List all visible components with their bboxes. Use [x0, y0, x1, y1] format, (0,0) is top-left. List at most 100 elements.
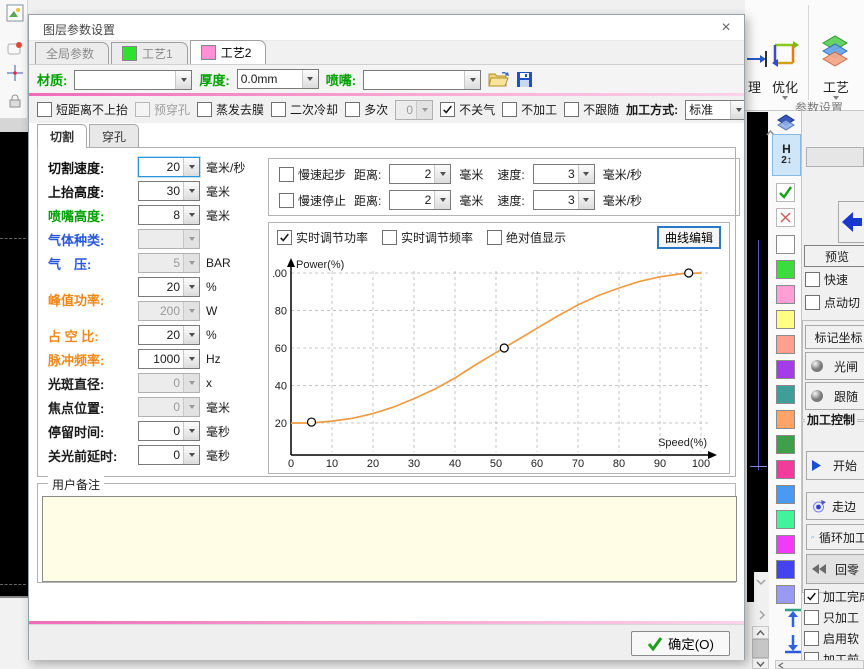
param-pulse-frequency-select-dropdown-arrow[interactable]: [183, 350, 199, 368]
option-check-right-2[interactable]: 不跟随: [564, 101, 619, 118]
process-mode-select-dropdown-arrow[interactable]: [730, 101, 744, 119]
rp-check-bottom-1[interactable]: 只加工: [804, 609, 864, 626]
option-check-left-3[interactable]: 二次冷却: [271, 101, 338, 118]
thickness-select-dropdown-arrow[interactable]: [302, 70, 318, 88]
crosshair-icon[interactable]: [6, 64, 24, 82]
user-notes-textarea[interactable]: [42, 496, 737, 582]
option-check-left-1[interactable]: 预穿孔: [135, 101, 190, 118]
sort-layers-icon[interactable]: H 2↕: [772, 134, 801, 176]
slow-start-speed-select[interactable]: 3: [533, 164, 595, 184]
param-nozzle-height-select-dropdown-arrow[interactable]: [183, 206, 199, 224]
layer-delete-x-icon[interactable]: [776, 208, 795, 227]
param-cut-speed-select-dropdown-arrow[interactable]: [183, 158, 199, 176]
craft-layers-icon[interactable]: [817, 34, 853, 68]
process-mode-select[interactable]: 标准: [685, 100, 744, 120]
layer-color-swatch-2[interactable]: [776, 285, 795, 304]
param-nozzle-height-select[interactable]: 8: [138, 205, 200, 225]
craft-label[interactable]: 工艺: [823, 77, 849, 96]
param-peak-power-select-1-dropdown-arrow[interactable]: [183, 302, 199, 320]
curve-check-0[interactable]: 实时调节功率: [277, 229, 368, 246]
param-laseroff-delay-select[interactable]: 0: [138, 445, 200, 465]
layer-color-swatch-9[interactable]: [776, 460, 795, 479]
layer-color-swatch-8[interactable]: [776, 435, 795, 454]
optimize-label[interactable]: 优化: [772, 77, 798, 96]
param-spot-diameter-select-dropdown-arrow[interactable]: [183, 374, 199, 392]
optimize-dropdown-caret[interactable]: [782, 96, 788, 100]
tab-process-1[interactable]: 工艺1: [111, 42, 188, 64]
strip-scroll-down-icon[interactable]: [755, 576, 767, 588]
layer-color-swatch-10[interactable]: [776, 485, 795, 504]
option-check-left-4-box[interactable]: [345, 102, 360, 117]
layers-stack-icon[interactable]: [775, 113, 797, 131]
option-check-left-2-box[interactable]: [197, 102, 212, 117]
preview-button[interactable]: 预览: [804, 245, 864, 267]
vscroll-down-button[interactable]: [752, 658, 769, 669]
option-check-left-0[interactable]: 短距离不上抬: [37, 101, 128, 118]
lock-icon[interactable]: [6, 92, 24, 110]
param-focus-position-select[interactable]: 0: [138, 397, 200, 417]
curve-check-2-box[interactable]: [487, 230, 502, 245]
layer-color-swatch-7[interactable]: [776, 410, 795, 429]
option-check-right-1[interactable]: 不加工: [502, 101, 557, 118]
option-check-right-0[interactable]: 不关气: [440, 101, 495, 118]
slow-stop-speed-select-dropdown-arrow[interactable]: [578, 191, 594, 209]
mark-coords-button[interactable]: 标记坐标: [805, 325, 864, 349]
param-focus-position-select-dropdown-arrow[interactable]: [183, 398, 199, 416]
tool-label-partial[interactable]: 理: [748, 77, 761, 96]
slow-start-dist-select-dropdown-arrow[interactable]: [434, 165, 450, 183]
dialog-titlebar[interactable]: 图层参数设置 ×: [29, 15, 744, 41]
layer-color-swatch-12[interactable]: [776, 535, 795, 554]
param-duty-cycle-select[interactable]: 20: [138, 325, 200, 345]
layer-color-swatch-1[interactable]: [776, 260, 795, 279]
times-count-select[interactable]: 0: [395, 100, 433, 120]
slow-stop-dist-select[interactable]: 2: [389, 190, 451, 210]
curve-control-point[interactable]: [308, 418, 316, 426]
nozzle-select[interactable]: [363, 70, 481, 90]
picture-icon[interactable]: [6, 4, 24, 22]
back-arrow-button[interactable]: [838, 201, 864, 243]
param-pulse-frequency-select[interactable]: 1000: [138, 349, 200, 369]
material-select[interactable]: [74, 70, 192, 90]
ok-button[interactable]: 确定(O): [631, 631, 730, 656]
drawing-canvas-left[interactable]: [0, 132, 28, 596]
layer-color-swatch-5[interactable]: [776, 360, 795, 379]
option-check-left-2[interactable]: 蒸发去膜: [197, 101, 264, 118]
vscroll-up-button[interactable]: [752, 626, 769, 639]
param-peak-power-select-1[interactable]: 200: [138, 301, 200, 321]
layer-color-swatch-14[interactable]: [776, 585, 795, 604]
slow-start-speed-select-dropdown-arrow[interactable]: [578, 165, 594, 183]
laser-gate-button[interactable]: 光闸: [805, 352, 864, 380]
slow-start-dist-select[interactable]: 2: [389, 164, 451, 184]
rp-check-top-1-box[interactable]: [805, 295, 820, 310]
start-button[interactable]: 开始: [806, 451, 864, 480]
rp-check-top-1[interactable]: 点动切: [805, 294, 860, 311]
times-count-select-dropdown-arrow[interactable]: [416, 101, 432, 119]
option-check-right-0-box[interactable]: [440, 102, 455, 117]
layer-color-swatch-4[interactable]: [776, 335, 795, 354]
option-check-left-0-box[interactable]: [37, 102, 52, 117]
walk-edge-button[interactable]: 走边: [806, 492, 864, 520]
slow-start-check-box[interactable]: [279, 167, 294, 182]
param-cut-speed-select[interactable]: 20: [138, 157, 200, 177]
curve-check-2[interactable]: 绝对值显示: [487, 229, 566, 246]
option-check-right-1-box[interactable]: [502, 102, 517, 117]
material-select-dropdown-arrow[interactable]: [175, 71, 191, 89]
layer-color-swatch-11[interactable]: [776, 510, 795, 529]
move-layer-bottom-icon[interactable]: [783, 632, 803, 656]
layer-color-swatch-13[interactable]: [776, 560, 795, 579]
drawing-canvas-right[interactable]: [747, 112, 768, 572]
nozzle-select-dropdown-arrow[interactable]: [464, 71, 480, 89]
strip-expand-icon[interactable]: [756, 609, 768, 621]
param-peak-power-select-0[interactable]: 20: [138, 277, 200, 297]
layer-color-swatch-6[interactable]: [776, 385, 795, 404]
param-spot-diameter-select[interactable]: 0: [138, 373, 200, 393]
param-peak-power-select-0-dropdown-arrow[interactable]: [183, 278, 199, 296]
thickness-select[interactable]: 0.0mm: [237, 69, 319, 89]
rp-check-bottom-2-box[interactable]: [804, 631, 819, 646]
vscroll-thumb[interactable]: [752, 639, 769, 658]
param-lift-height-select[interactable]: 30: [138, 181, 200, 201]
rp-check-top-0[interactable]: 快速: [805, 271, 860, 288]
param-gas-pressure-select-dropdown-arrow[interactable]: [183, 254, 199, 272]
slow-stop-dist-select-dropdown-arrow[interactable]: [434, 191, 450, 209]
param-gas-type-select-dropdown-arrow[interactable]: [183, 230, 199, 248]
